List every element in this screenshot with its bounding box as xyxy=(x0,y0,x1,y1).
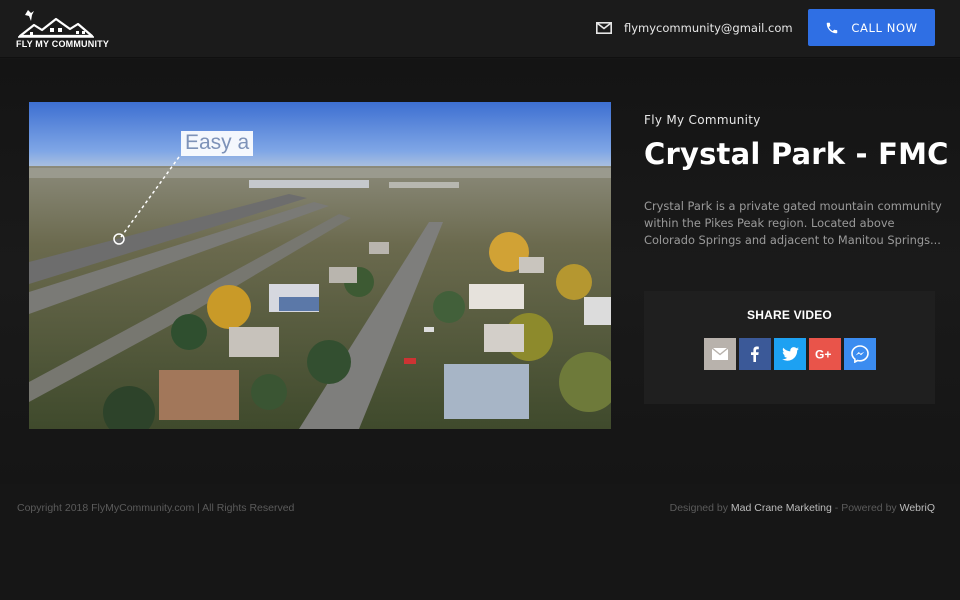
video-overlay-caption: Easy a xyxy=(181,131,254,156)
powered-by-prefix: - Powered by xyxy=(834,502,897,514)
share-email-button[interactable] xyxy=(704,338,736,370)
twitter-icon xyxy=(781,347,799,361)
email-text: flymycommunity@gmail.com xyxy=(624,21,793,35)
video-player[interactable]: Easy a xyxy=(29,102,611,429)
messenger-icon xyxy=(851,345,869,363)
email-link[interactable]: flymycommunity@gmail.com xyxy=(596,17,793,39)
google-plus-icon: G+ xyxy=(815,348,831,362)
share-messenger-button[interactable] xyxy=(844,338,876,370)
logo-text: FLY MY COMMUNITY xyxy=(16,39,110,49)
designed-by-prefix: Designed by xyxy=(669,502,728,514)
share-panel: SHARE VIDEO G+ xyxy=(644,291,935,404)
credits-text: Designed by Mad Crane Marketing - Powere… xyxy=(670,502,935,514)
mail-icon xyxy=(596,22,612,34)
facebook-icon xyxy=(751,346,759,362)
site-footer: Copyright 2018 FlyMyCommunity.com | All … xyxy=(0,484,960,600)
call-now-label: CALL NOW xyxy=(851,20,918,35)
share-buttons: G+ xyxy=(704,338,876,370)
site-header: FLY MY COMMUNITY flymycommunity@gmail.co… xyxy=(0,0,960,58)
call-now-button[interactable]: CALL NOW xyxy=(808,9,935,46)
video-frame-aerial-image xyxy=(29,102,611,429)
share-facebook-button[interactable] xyxy=(739,338,771,370)
powered-by-link[interactable]: WebriQ xyxy=(900,502,935,514)
designer-link[interactable]: Mad Crane Marketing xyxy=(731,502,832,514)
video-subtitle: Fly My Community xyxy=(644,113,761,127)
logo-houses-icon xyxy=(18,10,94,38)
share-title: SHARE VIDEO xyxy=(747,308,832,322)
phone-icon xyxy=(827,22,838,33)
video-section: Easy a Fly My Community Crystal Park - F… xyxy=(0,59,960,484)
share-google-plus-button[interactable]: G+ xyxy=(809,338,841,370)
copyright-text: Copyright 2018 FlyMyCommunity.com | All … xyxy=(17,502,295,514)
svg-text:G+: G+ xyxy=(815,348,831,362)
video-description: Crystal Park is a private gated mountain… xyxy=(644,199,942,247)
video-title: Crystal Park - FMC xyxy=(644,137,949,171)
site-logo[interactable]: FLY MY COMMUNITY xyxy=(16,8,110,50)
share-twitter-button[interactable] xyxy=(774,338,806,370)
email-icon xyxy=(712,348,728,360)
